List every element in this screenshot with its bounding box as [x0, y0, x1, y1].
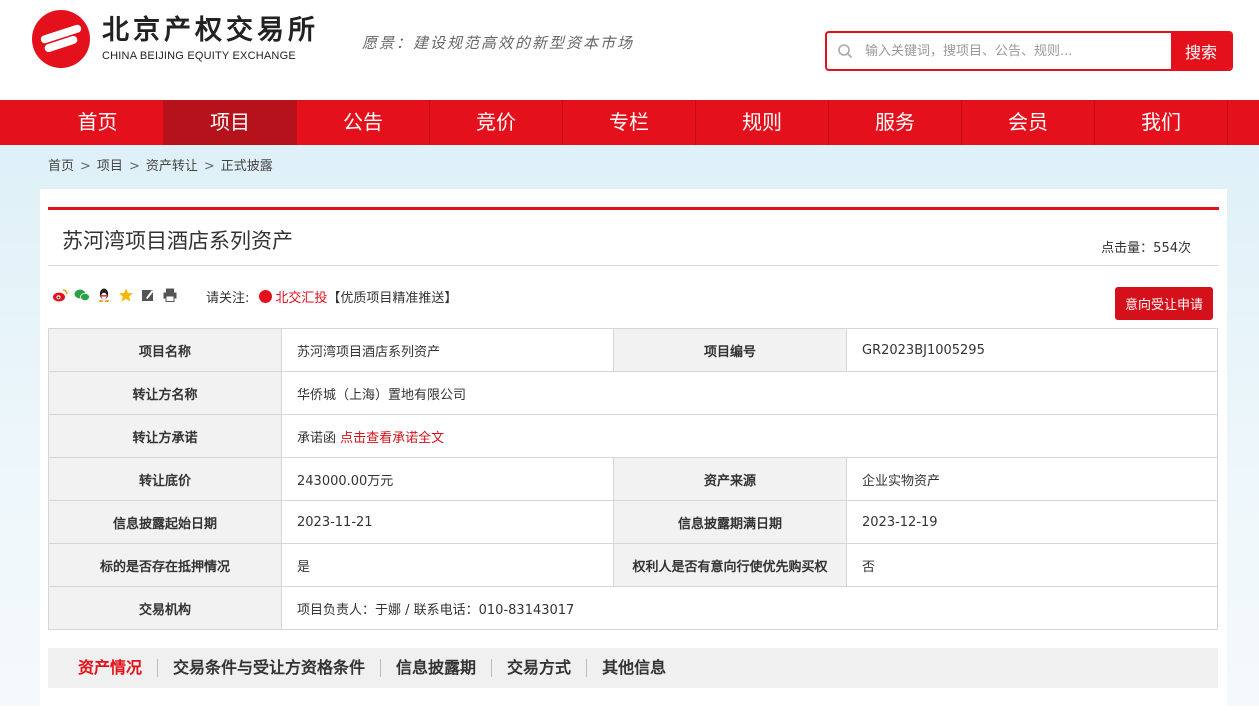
wechat-icon[interactable] [74, 287, 90, 303]
panel-top-border [48, 207, 1219, 210]
project-code-label: 项目编号 [613, 328, 847, 372]
tab-other-info[interactable]: 其他信息 [587, 659, 681, 677]
breadcrumb-asset-transfer[interactable]: 资产转让 [146, 159, 198, 174]
promise-label: 转让方承诺 [48, 414, 282, 458]
detail-tabs: 资产情况 交易条件与受让方资格条件 信息披露期 交易方式 其他信息 [48, 648, 1218, 688]
nav-columns[interactable]: 专栏 [563, 100, 696, 145]
apply-button[interactable]: 意向受让申请 [1114, 287, 1213, 320]
site-header: 北京产权交易所 CHINA BEIJING EQUITY EXCHANGE 愿景… [0, 0, 1259, 100]
nav-projects[interactable]: 项目 [164, 100, 297, 145]
source-label: 资产来源 [613, 457, 847, 501]
bj-huitou-link[interactable]: 北交汇投 [259, 287, 327, 306]
priority-value: 否 [846, 543, 1218, 587]
search-bar: 搜索 [825, 31, 1233, 71]
table-row: 标的是否存在抵押情况 是 权利人是否有意向行使优先购买权 否 [48, 543, 1218, 587]
logo-icon [32, 10, 90, 68]
tab-disclosure-period[interactable]: 信息披露期 [381, 659, 493, 677]
end-date-label: 信息披露期满日期 [613, 500, 847, 544]
promise-link[interactable]: 点击查看承诺全文 [340, 431, 444, 446]
start-date-value: 2023-11-21 [281, 500, 614, 544]
logo-title-cn: 北京产权交易所 [102, 15, 319, 46]
price-label: 转让底价 [48, 457, 282, 501]
notice-suffix: 【优质项目精准推送】 [327, 291, 458, 306]
search-button[interactable]: 搜索 [1171, 33, 1231, 69]
logo-title-en: CHINA BEIJING EQUITY EXCHANGE [102, 50, 296, 62]
agency-label: 交易机构 [48, 586, 282, 630]
project-name-value: 苏河湾项目酒店系列资产 [281, 328, 614, 372]
breadcrumb: 首页 > 项目 > 资产转让 > 正式披露 [48, 159, 273, 174]
promise-cell: 承诺函 点击查看承诺全文 [281, 414, 1218, 458]
search-input[interactable] [863, 33, 1171, 69]
table-row: 转让方承诺 承诺函 点击查看承诺全文 [48, 414, 1218, 458]
priority-label: 权利人是否有意向行使优先购买权 [613, 543, 847, 587]
follow-notice: 请关注: 北交汇投 【优质项目精准推送】 [206, 287, 457, 306]
agency-value: 项目负责人：于娜 / 联系电话：010-83143017 [281, 586, 1218, 630]
nav-home[interactable]: 首页 [32, 100, 164, 145]
start-date-label: 信息披露起始日期 [48, 500, 282, 544]
edit-icon[interactable] [140, 287, 156, 303]
source-value: 企业实物资产 [846, 457, 1218, 501]
qq-icon[interactable] [96, 287, 112, 303]
seller-label: 转让方名称 [48, 371, 282, 415]
tab-trade-method[interactable]: 交易方式 [492, 659, 588, 677]
nav-members[interactable]: 会员 [962, 100, 1095, 145]
nav-about[interactable]: 我们 [1095, 100, 1228, 145]
table-row: 转让底价 243000.00万元 资产来源 企业实物资产 [48, 457, 1218, 501]
print-icon[interactable] [162, 287, 178, 303]
page-title: 苏河湾项目酒店系列资产 [62, 229, 293, 253]
star-icon[interactable] [118, 287, 134, 303]
breadcrumb-projects[interactable]: 项目 [97, 159, 123, 174]
tab-conditions[interactable]: 交易条件与受让方资格条件 [158, 659, 382, 677]
table-row: 项目名称 苏河湾项目酒店系列资产 项目编号 GR2023BJ1005295 [48, 328, 1218, 372]
pledge-value: 是 [281, 543, 614, 587]
divider [48, 265, 1219, 266]
main-content: 首页 > 项目 > 资产转让 > 正式披露 苏河湾项目酒店系列资产 点击量：554次 请关注… [0, 145, 1259, 719]
table-row: 转让方名称 华侨城（上海）置地有限公司 [48, 371, 1218, 415]
weibo-icon[interactable] [52, 287, 68, 303]
table-row: 交易机构 项目负责人：于娜 / 联系电话：010-83143017 [48, 586, 1218, 630]
bj-huitou-label: 北交汇投 [275, 291, 328, 306]
main-nav: 首页 项目 公告 竞价 专栏 规则 服务 会员 我们 [0, 100, 1259, 145]
nav-bidding[interactable]: 竞价 [430, 100, 563, 145]
slogan: 愿景：建设规范高效的新型资本市场 [362, 34, 635, 52]
nav-announcements[interactable]: 公告 [297, 100, 430, 145]
notice-label: 请关注: [206, 291, 250, 306]
project-panel: 苏河湾项目酒店系列资产 点击量：554次 请关注: 北交汇投 【优质项目精准推送… [40, 189, 1227, 719]
breadcrumb-home[interactable]: 首页 [48, 159, 74, 174]
table-row: 信息披露起始日期 2023-11-21 信息披露期满日期 2023-12-19 [48, 500, 1218, 544]
nav-services[interactable]: 服务 [829, 100, 962, 145]
logo[interactable]: 北京产权交易所 CHINA BEIJING EQUITY EXCHANGE [32, 10, 319, 68]
tab-asset-info[interactable]: 资产情况 [78, 659, 159, 677]
share-bar [52, 287, 178, 303]
project-code-value: GR2023BJ1005295 [846, 328, 1218, 372]
search-icon [827, 33, 863, 69]
bj-huitou-icon [259, 290, 273, 303]
nav-rules[interactable]: 规则 [696, 100, 829, 145]
price-value: 243000.00万元 [281, 457, 614, 501]
project-info-table: 项目名称 苏河湾项目酒店系列资产 项目编号 GR2023BJ1005295 转让… [48, 328, 1218, 630]
end-date-value: 2023-12-19 [846, 500, 1218, 544]
breadcrumb-current: 正式披露 [220, 159, 273, 174]
project-name-label: 项目名称 [48, 328, 282, 372]
promise-value: 承诺函 [297, 430, 337, 446]
seller-value: 华侨城（上海）置地有限公司 [281, 371, 1218, 415]
pledge-label: 标的是否存在抵押情况 [48, 543, 282, 587]
click-count: 点击量：554次 [1101, 241, 1191, 256]
